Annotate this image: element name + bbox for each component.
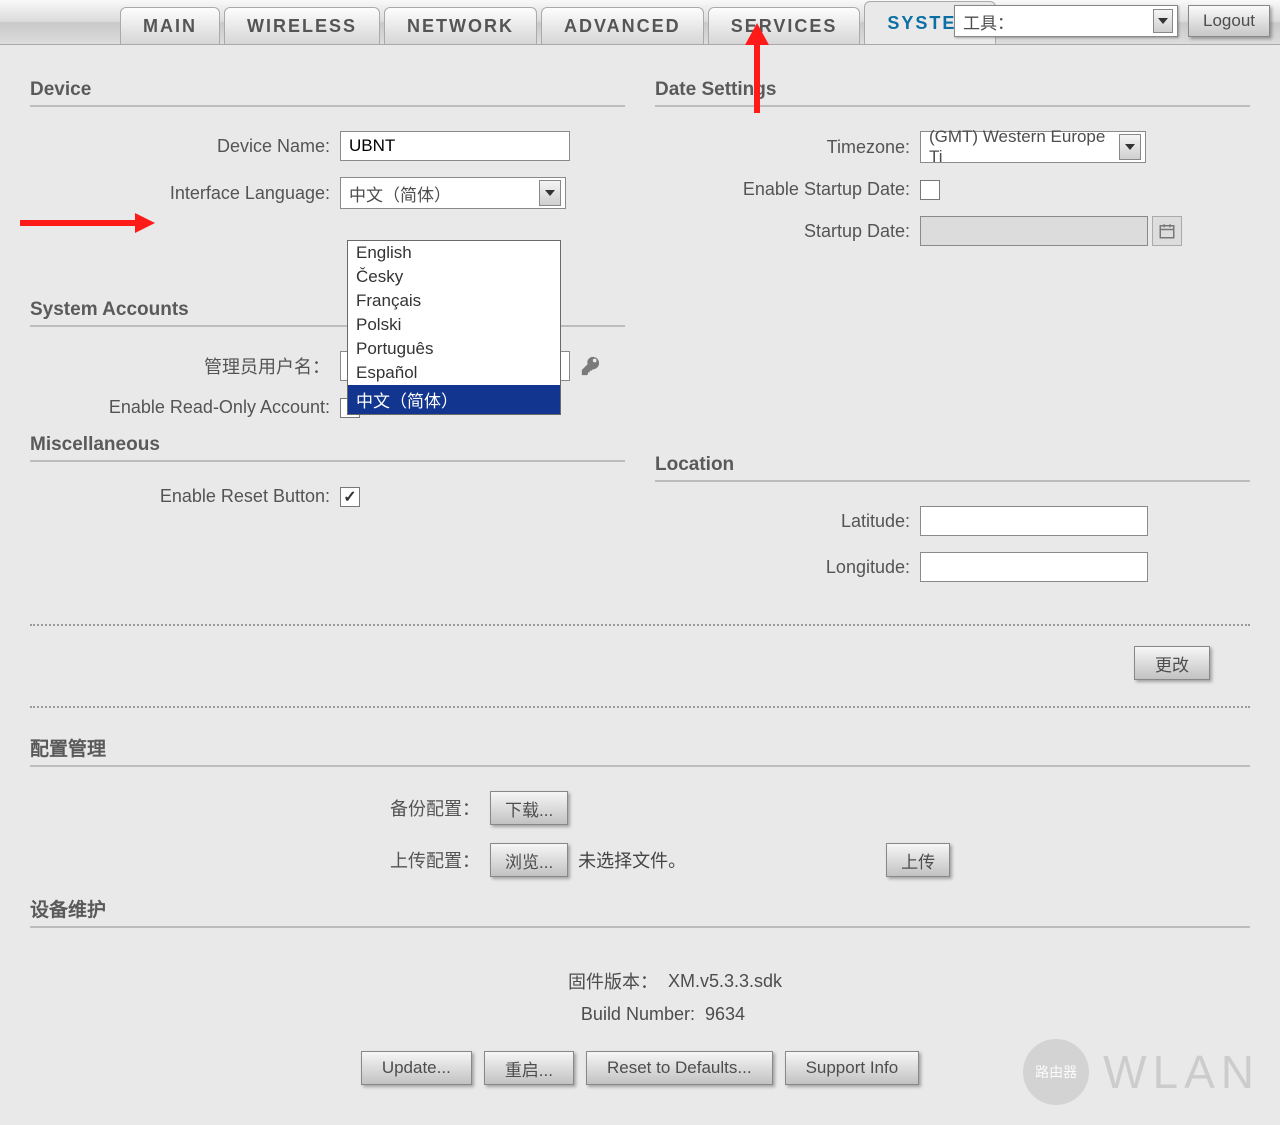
section-heading-device: Device (30, 79, 625, 107)
section-heading-device-maintenance: 设备维护 (30, 895, 1250, 928)
enable-startup-date-label: Enable Startup Date: (655, 179, 920, 200)
lang-option-english[interactable]: English (348, 241, 560, 265)
firmware-version-value: XM.v5.3.3.sdk (668, 971, 782, 992)
logout-button[interactable]: Logout (1188, 5, 1270, 37)
separator (30, 706, 1250, 708)
chevron-down-icon (1153, 9, 1173, 33)
download-button[interactable]: 下载... (490, 791, 568, 825)
enable-readonly-label: Enable Read-Only Account: (30, 397, 340, 418)
build-number-value: 9634 (705, 1004, 745, 1025)
startup-date-label: Startup Date: (655, 221, 920, 242)
latitude-label: Latitude: (655, 511, 920, 532)
change-button[interactable]: 更改 (1134, 646, 1210, 680)
lang-option-francais[interactable]: Français (348, 289, 560, 313)
longitude-input[interactable] (920, 552, 1148, 582)
lang-option-portugues[interactable]: Português (348, 337, 560, 361)
annotation-arrow-language (20, 213, 155, 233)
key-icon[interactable] (580, 355, 602, 377)
browse-button[interactable]: 浏览... (490, 843, 568, 877)
lang-option-chinese-simplified[interactable]: 中文（简体） (348, 385, 560, 414)
top-nav-bar: MAIN WIRELESS NETWORK ADVANCED SERVICES … (0, 0, 1280, 45)
chevron-down-icon (539, 180, 561, 206)
timezone-select[interactable]: (GMT) Western Europe Ti (920, 131, 1146, 163)
reboot-button[interactable]: 重启... (484, 1051, 574, 1085)
interface-language-label: Interface Language: (30, 183, 340, 204)
enable-reset-button-checkbox[interactable] (340, 487, 360, 507)
update-button[interactable]: Update... (361, 1051, 472, 1085)
calendar-icon[interactable] (1152, 216, 1182, 246)
firmware-version-label: 固件版本： (498, 968, 658, 994)
tab-network[interactable]: NETWORK (384, 7, 537, 44)
enable-startup-date-checkbox[interactable] (920, 180, 940, 200)
tab-services[interactable]: SERVICES (708, 7, 861, 44)
section-heading-config-management: 配置管理 (30, 734, 1250, 767)
latitude-input[interactable] (920, 506, 1148, 536)
timezone-value: (GMT) Western Europe Ti (929, 127, 1119, 167)
interface-language-select[interactable]: 中文（简体） (340, 177, 566, 209)
device-name-input[interactable] (340, 131, 570, 161)
longitude-label: Longitude: (655, 557, 920, 578)
section-heading-location: Location (655, 454, 1250, 482)
reset-defaults-button[interactable]: Reset to Defaults... (586, 1051, 773, 1085)
no-file-selected-text: 未选择文件。 (578, 847, 686, 873)
tools-dropdown[interactable]: 工具： (954, 5, 1178, 37)
admin-username-label: 管理员用户名： (30, 353, 340, 379)
chevron-down-icon (1119, 134, 1141, 160)
support-info-button[interactable]: Support Info (785, 1051, 920, 1085)
tab-wireless[interactable]: WIRELESS (224, 7, 380, 44)
build-number-label: Build Number: (535, 1004, 695, 1025)
tools-dropdown-label: 工具： (963, 9, 1014, 34)
lang-option-polski[interactable]: Polski (348, 313, 560, 337)
lang-option-cesky[interactable]: Česky (348, 265, 560, 289)
upload-button[interactable]: 上传 (886, 843, 950, 877)
timezone-label: Timezone: (655, 137, 920, 158)
annotation-arrow-system-tab (745, 23, 769, 113)
backup-config-label: 备份配置： (250, 795, 490, 821)
tab-main[interactable]: MAIN (120, 7, 220, 44)
tab-strip: MAIN WIRELESS NETWORK ADVANCED SERVICES … (120, 1, 1000, 44)
section-heading-miscellaneous: Miscellaneous (30, 434, 625, 462)
device-name-label: Device Name: (30, 136, 340, 157)
lang-option-espanol[interactable]: Español (348, 361, 560, 385)
tab-advanced[interactable]: ADVANCED (541, 7, 704, 44)
enable-reset-button-label: Enable Reset Button: (30, 486, 340, 507)
separator (30, 624, 1250, 626)
upload-config-label: 上传配置： (250, 847, 490, 873)
interface-language-value: 中文（简体） (349, 181, 451, 206)
startup-date-input (920, 216, 1148, 246)
language-dropdown-list[interactable]: English Česky Français Polski Português … (347, 240, 561, 415)
